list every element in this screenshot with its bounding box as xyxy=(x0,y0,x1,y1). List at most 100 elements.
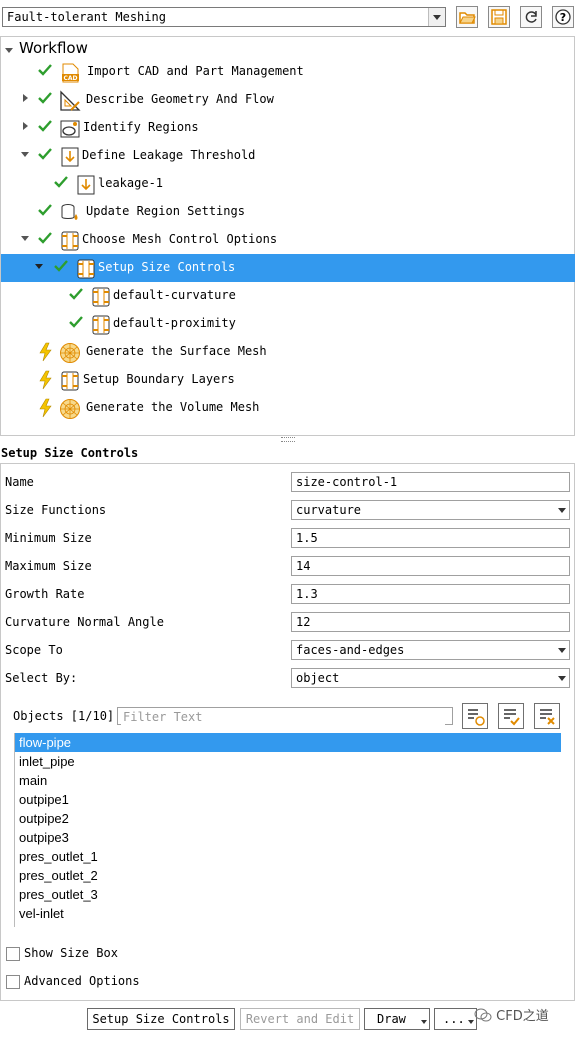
help-button[interactable]: ? xyxy=(552,6,574,28)
size-functions-select[interactable]: curvature xyxy=(291,500,570,520)
check-all-button[interactable] xyxy=(498,703,524,729)
tree-item[interactable]: default-curvature xyxy=(1,282,575,310)
size-control-icon xyxy=(90,286,110,307)
list-item[interactable]: vel-inlet xyxy=(15,904,561,923)
revert-label: Revert and Edit xyxy=(245,1012,355,1026)
surface-mesh-icon xyxy=(59,342,80,363)
objects-list: flow-pipe inlet_pipe main outpipe1 outpipe2 o… xyxy=(14,733,561,927)
draw-button[interactable]: Draw xyxy=(364,1008,430,1030)
tree-item-label: Setup Size Controls xyxy=(98,260,236,274)
collapse-toggle[interactable] xyxy=(35,260,45,272)
name-label: Name xyxy=(5,475,34,489)
workflow-select-value: Fault-tolerant Meshing xyxy=(7,10,166,24)
tree-item[interactable]: Define Leakage Threshold xyxy=(1,142,575,170)
list-item[interactable]: inlet_pipe xyxy=(15,752,561,771)
size-functions-value: curvature xyxy=(296,503,362,517)
list-item[interactable]: outpipe2 xyxy=(15,809,561,828)
chevron-down-icon[interactable] xyxy=(555,669,569,687)
checkmark-icon xyxy=(53,174,69,190)
tree-item[interactable]: default-proximity xyxy=(1,310,575,338)
clear-all-button[interactable] xyxy=(534,703,560,729)
collapse-toggle[interactable] xyxy=(21,148,31,160)
tree-item[interactable]: CAD Import CAD and Part Management xyxy=(1,58,575,86)
geometry-icon xyxy=(59,90,81,111)
minimum-size-input[interactable]: 1.5 xyxy=(291,528,570,548)
tree-item-label: default-curvature xyxy=(113,288,236,302)
setup-size-controls-button[interactable]: Setup Size Controls xyxy=(87,1008,235,1030)
select-by-label: Select By: xyxy=(5,671,78,685)
tree-item[interactable]: Update Region Settings xyxy=(1,198,575,226)
save-button[interactable] xyxy=(488,6,510,28)
more-label: ... xyxy=(443,1012,465,1026)
open-folder-button[interactable] xyxy=(456,6,478,28)
tree-item-label: Generate the Volume Mesh xyxy=(86,400,260,414)
refresh-button[interactable] xyxy=(520,6,542,28)
collapse-toggle[interactable] xyxy=(5,44,15,56)
advanced-options-label: Advanced Options xyxy=(24,974,140,988)
more-button[interactable]: ... xyxy=(434,1008,477,1030)
list-item[interactable]: pres_outlet_2 xyxy=(15,866,561,885)
name-input[interactable]: size-control-1 xyxy=(291,472,570,492)
help-icon: ? xyxy=(555,9,571,25)
checkmark-icon xyxy=(37,202,53,218)
list-item[interactable]: pres_outlet_3 xyxy=(15,885,561,904)
growth-rate-label: Growth Rate xyxy=(5,587,85,601)
task-title: Setup Size Controls xyxy=(1,446,139,460)
draw-label: Draw xyxy=(377,1012,406,1026)
list-clear-icon xyxy=(540,709,555,725)
chevron-down-icon[interactable] xyxy=(555,641,569,659)
list-item[interactable]: main xyxy=(15,771,561,790)
list-item[interactable]: pres_outlet_1 xyxy=(15,847,561,866)
revert-and-edit-button[interactable]: Revert and Edit xyxy=(240,1008,360,1030)
filter-input[interactable] xyxy=(121,709,445,725)
select-all-button[interactable] xyxy=(462,703,488,729)
minimum-size-value: 1.5 xyxy=(296,531,318,545)
filter-field[interactable] xyxy=(117,707,453,725)
tree-item-label: Describe Geometry And Flow xyxy=(86,92,274,106)
show-size-box-checkbox[interactable] xyxy=(6,947,20,961)
list-item[interactable]: flow-pipe xyxy=(15,733,561,752)
tree-item[interactable]: Choose Mesh Control Options xyxy=(1,226,575,254)
watermark-text: CFD之道 xyxy=(496,1009,549,1024)
volume-mesh-icon xyxy=(59,398,80,419)
chevron-down-icon[interactable] xyxy=(428,8,445,26)
curvature-normal-angle-input[interactable]: 12 xyxy=(291,612,570,632)
maximum-size-input[interactable]: 14 xyxy=(291,556,570,576)
tree-item[interactable]: Identify Regions xyxy=(1,114,575,142)
list-check-icon xyxy=(504,709,520,726)
list-item[interactable]: outpipe3 xyxy=(15,828,561,847)
tree-item[interactable]: Describe Geometry And Flow xyxy=(1,86,575,114)
regions-icon xyxy=(59,118,80,138)
region-settings-icon xyxy=(59,202,79,222)
growth-rate-input[interactable]: 1.3 xyxy=(291,584,570,604)
tree-item[interactable]: Generate the Surface Mesh xyxy=(1,338,575,366)
curvature-normal-angle-label: Curvature Normal Angle xyxy=(5,615,164,629)
tree-item-label: Import CAD and Part Management xyxy=(87,64,304,78)
tree-item[interactable]: Setup Size Controls xyxy=(1,254,575,282)
chevron-down-icon[interactable] xyxy=(555,501,569,519)
save-icon xyxy=(491,9,507,25)
tree-item[interactable]: Setup Boundary Layers xyxy=(1,366,575,394)
leakage-icon xyxy=(75,174,95,195)
size-control-icon xyxy=(75,258,95,279)
maximum-size-value: 14 xyxy=(296,559,311,573)
select-by-select[interactable]: object xyxy=(291,668,570,688)
advanced-options-checkbox[interactable] xyxy=(6,975,20,989)
checkmark-icon xyxy=(68,286,84,302)
list-item[interactable]: outpipe1 xyxy=(15,790,561,809)
objects-label: Objects [1/10] xyxy=(13,709,115,723)
checkmark-icon xyxy=(37,230,53,246)
expand-toggle[interactable] xyxy=(21,92,31,104)
show-size-box-label: Show Size Box xyxy=(24,946,118,960)
mesh-control-icon xyxy=(59,230,79,251)
panel-splitter[interactable] xyxy=(281,437,295,442)
tree-item-label: Setup Boundary Layers xyxy=(83,372,235,386)
scope-to-select[interactable]: faces-and-edges xyxy=(291,640,570,660)
collapse-toggle[interactable] xyxy=(21,232,31,244)
checkmark-icon xyxy=(37,146,53,162)
minimum-size-label: Minimum Size xyxy=(5,531,92,545)
workflow-select[interactable]: Fault-tolerant Meshing xyxy=(2,7,446,27)
tree-item[interactable]: Generate the Volume Mesh xyxy=(1,394,575,422)
tree-item[interactable]: leakage-1 xyxy=(1,170,575,198)
expand-toggle[interactable] xyxy=(21,120,31,132)
